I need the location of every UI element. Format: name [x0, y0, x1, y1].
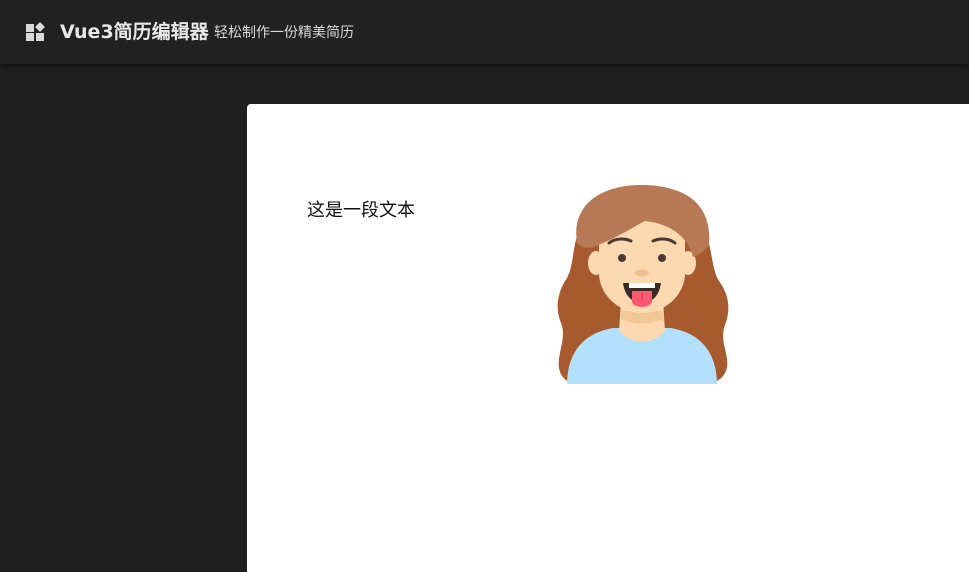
app-subtitle: 轻松制作一份精美简历	[214, 25, 354, 41]
widgets-icon	[26, 22, 45, 41]
girl-avatar-icon[interactable]	[553, 183, 731, 385]
app-header: Vue3简历编辑器 轻松制作一份精美简历	[0, 0, 969, 64]
text-block[interactable]: 这是一段文本	[307, 198, 415, 224]
app-title: Vue3简历编辑器	[60, 21, 209, 43]
